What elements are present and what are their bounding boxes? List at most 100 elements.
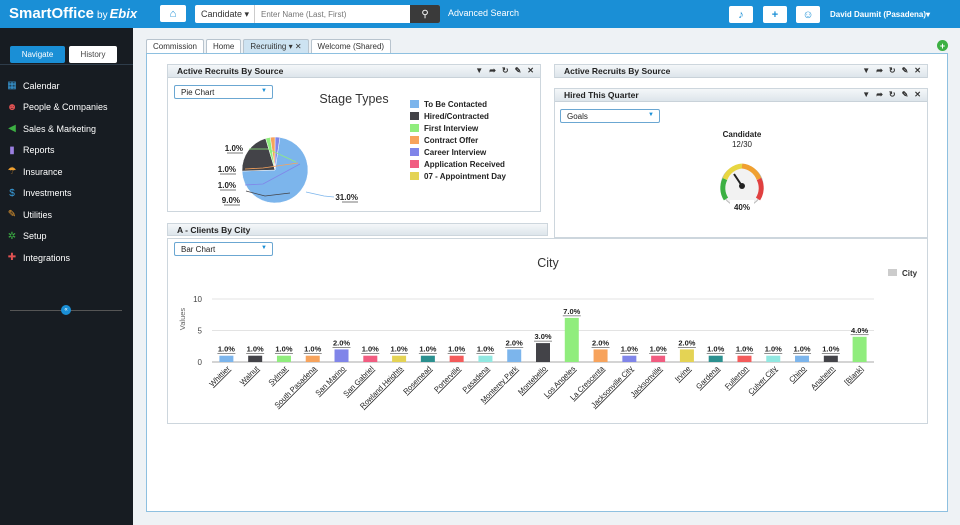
x-tick-label[interactable]: Sylmar [267,364,290,387]
x-tick-label[interactable]: Whittier [207,364,232,389]
x-tick-label[interactable]: [Blank] [842,364,865,387]
close-icon[interactable]: ✕ [914,90,921,99]
bar-data-label: 1.0% [304,345,321,354]
bar[interactable] [651,355,666,362]
bar[interactable] [564,317,579,362]
sidebar-item-label: Integrations [23,252,71,263]
bar[interactable] [334,349,349,362]
x-tick-label[interactable]: Anaheim [809,364,836,391]
sidebar-item-insurance[interactable]: ☂ Insurance [5,161,108,183]
legend-item[interactable]: First Interview [424,124,479,133]
search-button[interactable]: ⚲ [410,5,440,23]
bar-data-label: 1.0% [247,345,264,354]
sidebar-item-people-companies[interactable]: ☻ People & Companies [5,97,108,119]
collapse-sidebar-button[interactable]: « [61,305,71,315]
refresh-icon[interactable]: ↻ [889,66,896,75]
goals-dropdown[interactable]: Goals ▼ [560,109,660,123]
bar[interactable] [420,355,435,362]
bar[interactable] [737,355,752,362]
bar-data-label: 1.0% [736,345,753,354]
filter-icon[interactable]: ▼ [862,66,870,75]
x-tick-label[interactable]: Jacksonville [629,364,664,399]
close-icon[interactable]: ✕ [914,66,921,75]
gauge-percent: 40% [734,203,750,212]
bar[interactable] [248,355,263,362]
edit-icon[interactable]: ✎ [515,66,522,75]
advanced-search-link[interactable]: Advanced Search [448,8,519,18]
sidebar-item-investments[interactable]: $ Investments [5,183,108,205]
bar[interactable] [622,355,637,362]
filter-icon[interactable]: ▼ [475,66,483,75]
bar[interactable] [766,355,781,362]
refresh-icon[interactable]: ↻ [502,66,509,75]
x-tick-label[interactable]: Rosemead [401,364,433,396]
user-menu[interactable]: David Daumit (Pasadena)▾ [830,10,930,19]
bar[interactable] [852,336,867,362]
edit-icon[interactable]: ✎ [902,66,909,75]
bar[interactable] [305,355,320,362]
notifications-button[interactable]: ♪ [729,6,753,23]
divider [0,64,133,65]
bar[interactable] [823,355,838,362]
x-tick-label[interactable]: Culver City [746,364,778,396]
bar[interactable] [507,349,522,362]
legend-item[interactable]: Contract Offer [424,136,478,145]
calendar-icon: ▦ [7,80,17,92]
legend-label[interactable]: City [902,269,918,278]
bar[interactable] [679,349,694,362]
search-type-dropdown[interactable]: Candidate ▾ [195,5,255,23]
bar-data-label: 2.0% [592,338,609,347]
home-button[interactable]: ⌂ [160,5,186,22]
tab-navigate[interactable]: Navigate [10,46,65,63]
tab-welcome[interactable]: Welcome (Shared) [310,39,392,53]
bar-data-label: 2.0% [333,338,350,347]
share-icon[interactable]: ➦ [876,90,883,99]
tab-recruiting[interactable]: Recruiting ▾ ✕ [243,39,309,53]
bar[interactable] [449,355,464,362]
x-tick-label[interactable]: Chino [787,364,807,384]
x-tick-label[interactable]: Porterville [432,364,462,394]
bar[interactable] [392,355,407,362]
dashboard-content: Active Recruits By Source ▼ ➦ ↻ ✎ ✕ Pie Char… [146,53,948,512]
legend-swatch [410,100,419,108]
legend-item[interactable]: Application Received [424,160,505,169]
close-icon[interactable]: ✕ [527,66,534,75]
x-tick-label[interactable]: Fullerton [723,364,750,391]
bar[interactable] [536,343,550,362]
add-button[interactable]: + [763,6,787,23]
legend-item[interactable]: Career Interview [424,148,487,157]
sidebar-item-setup[interactable]: ✲ Setup [5,226,108,248]
share-icon[interactable]: ➦ [489,66,496,75]
legend-item[interactable]: Hired/Contracted [424,112,489,121]
tab-history[interactable]: History [69,46,117,63]
sidebar-item-integrations[interactable]: ✚ Integrations [5,247,108,269]
filter-icon[interactable]: ▼ [862,90,870,99]
edit-icon[interactable]: ✎ [902,90,909,99]
sidebar-item-sales-marketing[interactable]: ◀ Sales & Marketing [5,118,108,140]
bar[interactable] [593,349,608,362]
x-tick-label[interactable]: Gardena [694,363,722,391]
bar[interactable] [795,355,810,362]
tab-home[interactable]: Home [206,39,242,53]
bar[interactable] [219,355,234,362]
legend-item[interactable]: To Be Contacted [424,100,487,109]
bar[interactable] [478,355,493,362]
main-area: Commission Home Recruiting ▾ ✕ Welcome (Sha… [133,28,960,525]
share-icon[interactable]: ➦ [876,66,883,75]
tab-commission[interactable]: Commission [146,39,205,53]
sidebar-item-calendar[interactable]: ▦ Calendar [5,75,108,97]
umbrella-icon: ☂ [7,166,17,178]
smartoffice-logo[interactable]: SmartOffice by Ebix [9,5,137,22]
x-tick-label[interactable]: Irvine [673,364,692,383]
refresh-icon[interactable]: ↻ [889,90,896,99]
bar[interactable] [708,355,723,362]
bar[interactable] [363,355,378,362]
sidebar-item-utilities[interactable]: ✎ Utilities [5,204,108,226]
bar[interactable] [276,355,291,362]
x-tick-label[interactable]: Walnut [238,363,261,386]
add-tab-button[interactable]: + [937,40,948,51]
user-profile-button[interactable]: ☺ [796,6,820,23]
legend-item[interactable]: 07 - Appointment Day [424,172,506,181]
search-input[interactable] [255,6,410,22]
sidebar-item-reports[interactable]: ▮ Reports [5,140,108,162]
